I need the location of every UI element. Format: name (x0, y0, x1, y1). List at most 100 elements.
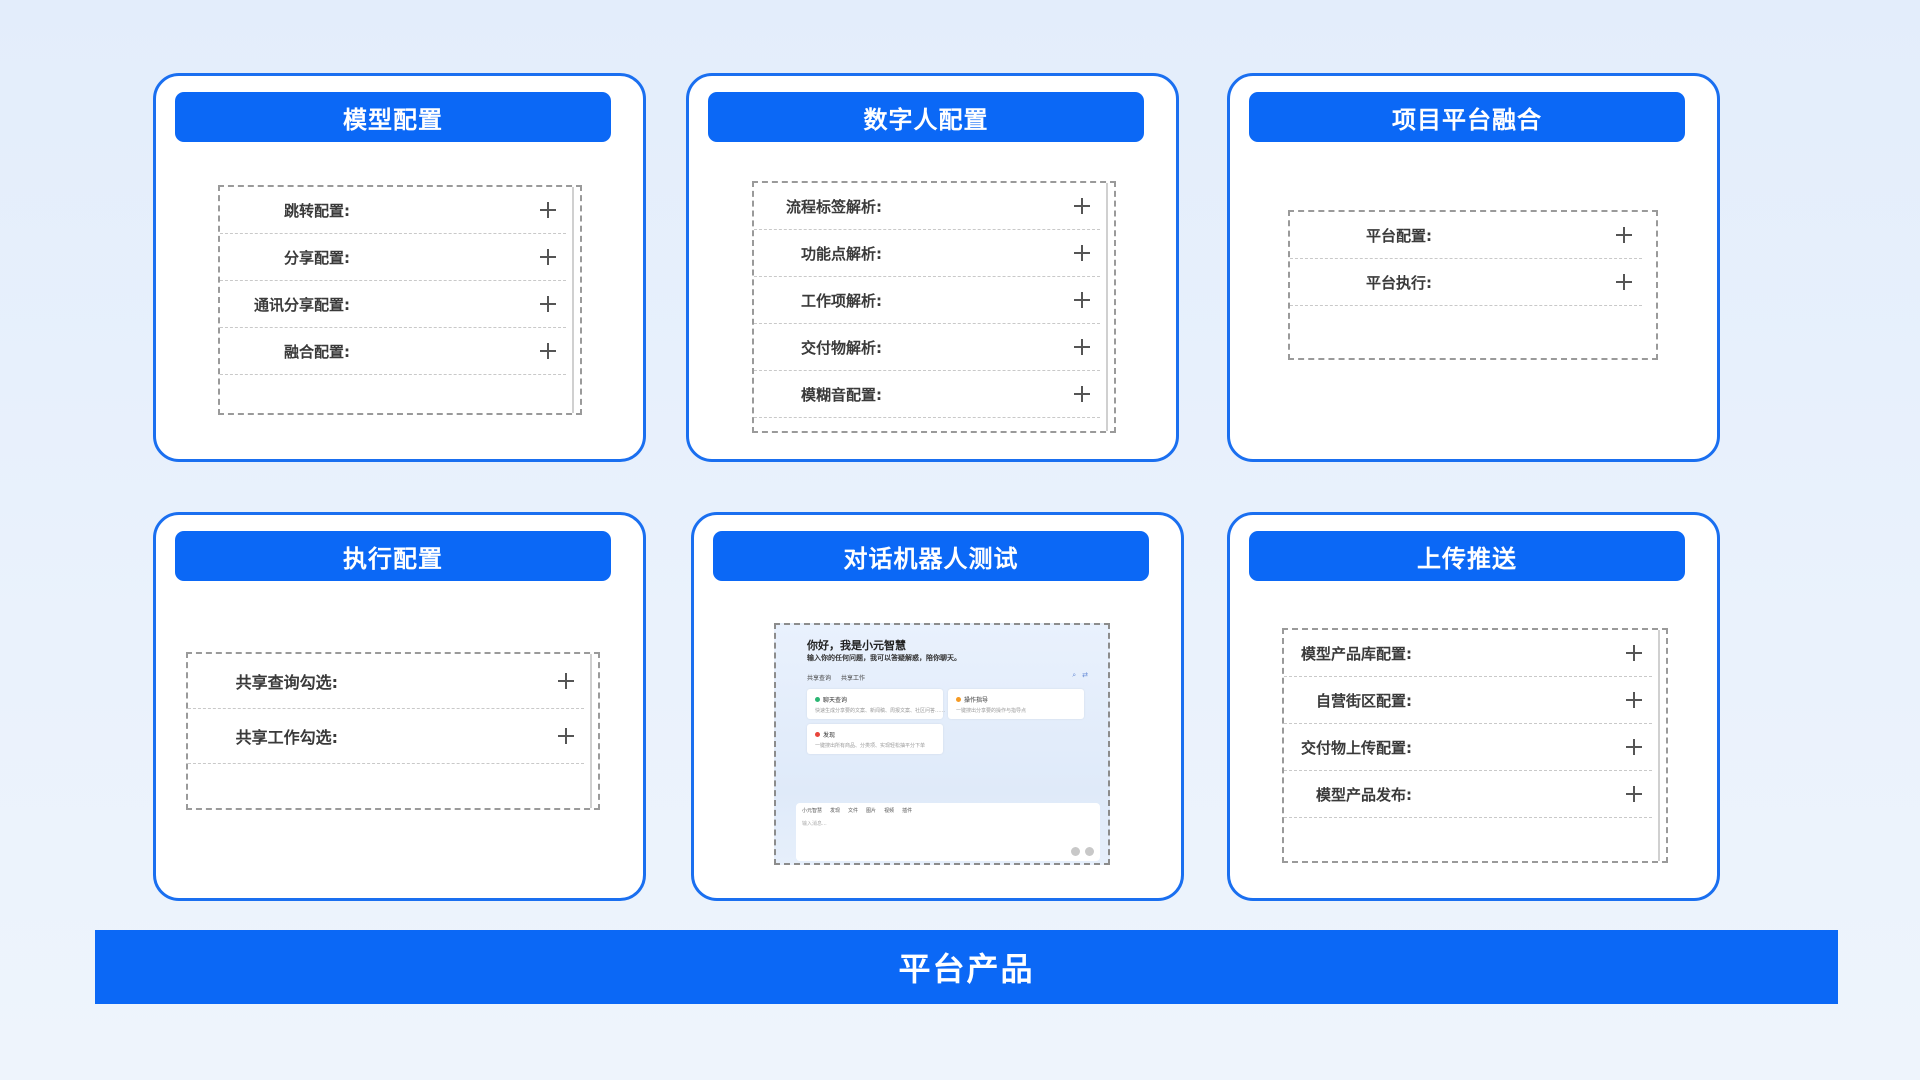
card-title: 对话机器人测试 (713, 531, 1149, 581)
item-label: 跳转配置: (284, 201, 350, 220)
card-digital-human-config: 数字人配置 流程标签解析: 功能点解析: 工作项解析: 交付物解析: 模糊音配置… (686, 73, 1179, 462)
card-model-config: 模型配置 跳转配置: 分享配置: 通讯分享配置: 融合配置: (153, 73, 646, 462)
item-label: 模型产品发布: (1316, 785, 1412, 804)
scrollbar[interactable] (1658, 630, 1660, 861)
list-item: 模型产品库配置: (1284, 630, 1652, 677)
item-label: 模糊音配置: (801, 385, 882, 404)
chat-card-desc: 快速生成分享要的文案、新闻稿、周报文案、社区问答…… (815, 708, 946, 714)
chat-input[interactable]: 小元智慧 发现 文件 图片 视频 插件 输入消息... (796, 803, 1100, 861)
list-item: 工作项解析: (754, 277, 1100, 324)
plus-icon[interactable] (1616, 274, 1632, 290)
card-title: 执行配置 (175, 531, 611, 581)
chat-preview: 你好，我是小元智慧 输入你的任何问题，我可以答疑解惑，陪你聊天。 共享查询 共享… (774, 623, 1110, 865)
chat-card-title-text: 操作指导 (964, 697, 989, 704)
item-label: 融合配置: (284, 342, 350, 361)
list-item: 平台配置: (1290, 212, 1642, 259)
list-item: 跳转配置: (220, 187, 566, 234)
plus-icon[interactable] (1074, 245, 1090, 261)
chat-card-desc: 一键搜出所有商品、分类项、实现轻松抽平分下单 (815, 743, 926, 749)
chat-card-title-text: 发现 (823, 732, 836, 739)
plus-icon[interactable] (1626, 692, 1642, 708)
plus-icon[interactable] (558, 728, 574, 744)
list-item: 共享工作勾选: (188, 709, 584, 764)
chat-tabs: 共享查询 共享工作 (807, 673, 865, 682)
list-item: 模糊音配置: (754, 371, 1100, 418)
platform-product-bar: 平台产品 (95, 930, 1838, 1004)
list-item: 通讯分享配置: (220, 281, 566, 328)
card-upload-push: 上传推送 模型产品库配置: 自营街区配置: 交付物上传配置: 模型产品发布: (1227, 512, 1720, 901)
search-icon[interactable]: ⌕ (1072, 671, 1076, 680)
item-label: 自营街区配置: (1316, 691, 1412, 710)
chat-card[interactable]: 操作指导 一键搜出分享要的操作与指导点 (948, 689, 1084, 719)
plus-icon[interactable] (1074, 386, 1090, 402)
toolbar-item[interactable]: 文件 (848, 807, 858, 814)
scrollbar[interactable] (572, 187, 574, 413)
plus-icon[interactable] (1074, 198, 1090, 214)
plus-icon[interactable] (1626, 786, 1642, 802)
chat-icon (815, 697, 820, 702)
chat-toolbar: 小元智慧 发现 文件 图片 视频 插件 (802, 807, 912, 814)
plus-icon[interactable] (540, 202, 556, 218)
item-label: 流程标签解析: (786, 197, 882, 216)
config-list: 流程标签解析: 功能点解析: 工作项解析: 交付物解析: 模糊音配置: (752, 181, 1116, 433)
item-label: 交付物解析: (801, 338, 882, 357)
list-item: 分享配置: (220, 234, 566, 281)
guide-icon (956, 697, 961, 702)
plus-icon[interactable] (1074, 292, 1090, 308)
item-label: 工作项解析: (801, 291, 882, 310)
chat-card-title: 发现 (815, 730, 835, 739)
toolbar-item[interactable]: 图片 (866, 807, 876, 814)
chat-card-title-text: 聊天查询 (823, 697, 848, 704)
item-label: 模型产品库配置: (1301, 644, 1412, 663)
toolbar-item[interactable]: 小元智慧 (802, 807, 822, 814)
list-item: 功能点解析: (754, 230, 1100, 277)
plus-icon[interactable] (540, 296, 556, 312)
item-label: 平台执行: (1366, 273, 1432, 292)
scrollbar[interactable] (1106, 183, 1108, 431)
chat-card-desc: 一键搜出分享要的操作与指导点 (956, 708, 1027, 714)
toolbar-item[interactable]: 发现 (830, 807, 840, 814)
card-title: 数字人配置 (708, 92, 1144, 142)
chat-card-title: 聊天查询 (815, 695, 847, 704)
card-execution-config: 执行配置 共享查询勾选: 共享工作勾选: (153, 512, 646, 901)
config-list: 模型产品库配置: 自营街区配置: 交付物上传配置: 模型产品发布: (1282, 628, 1668, 863)
chat-subtitle: 输入你的任何问题，我可以答疑解惑，陪你聊天。 (807, 654, 961, 662)
chat-card[interactable]: 聊天查询 快速生成分享要的文案、新闻稿、周报文案、社区问答…… (807, 689, 946, 719)
attach-icon[interactable] (1071, 847, 1080, 856)
plus-icon[interactable] (1074, 339, 1090, 355)
card-title: 上传推送 (1249, 531, 1685, 581)
list-item: 流程标签解析: (754, 183, 1100, 230)
chat-card[interactable]: 发现 一键搜出所有商品、分类项、实现轻松抽平分下单 (807, 724, 943, 754)
chat-tools: ⌕ ⇄ (1072, 671, 1088, 680)
card-title: 模型配置 (175, 92, 611, 142)
tab-shared-query[interactable]: 共享查询 (807, 673, 831, 682)
list-item: 交付物上传配置: (1284, 724, 1652, 771)
plus-icon[interactable] (540, 343, 556, 359)
chat-greeting: 你好，我是小元智慧 (807, 639, 906, 652)
item-label: 分享配置: (284, 248, 350, 267)
item-label: 共享工作勾选: (235, 728, 338, 747)
plus-icon[interactable] (558, 673, 574, 689)
scrollbar[interactable] (590, 654, 592, 808)
config-list: 平台配置: 平台执行: (1288, 210, 1658, 360)
link-icon[interactable]: ⇄ (1082, 671, 1088, 680)
plus-icon[interactable] (1626, 739, 1642, 755)
plus-icon[interactable] (1626, 645, 1642, 661)
card-chatbot-test: 对话机器人测试 你好，我是小元智慧 输入你的任何问题，我可以答疑解惑，陪你聊天。… (691, 512, 1184, 901)
toolbar-item[interactable]: 视频 (884, 807, 894, 814)
item-label: 交付物上传配置: (1301, 738, 1412, 757)
item-label: 通讯分享配置: (254, 295, 350, 314)
plus-icon[interactable] (1616, 227, 1632, 243)
chat-card-title: 操作指导 (956, 695, 988, 704)
card-project-platform-fusion: 项目平台融合 平台配置: 平台执行: (1227, 73, 1720, 462)
item-label: 功能点解析: (801, 244, 882, 263)
item-label: 共享查询勾选: (235, 673, 338, 692)
chat-placeholder: 输入消息... (802, 821, 827, 827)
list-item: 自营街区配置: (1284, 677, 1652, 724)
tab-shared-work[interactable]: 共享工作 (841, 673, 865, 682)
list-item: 模型产品发布: (1284, 771, 1652, 818)
send-icon[interactable] (1085, 847, 1094, 856)
discover-icon (815, 732, 820, 737)
toolbar-item[interactable]: 插件 (902, 807, 912, 814)
plus-icon[interactable] (540, 249, 556, 265)
